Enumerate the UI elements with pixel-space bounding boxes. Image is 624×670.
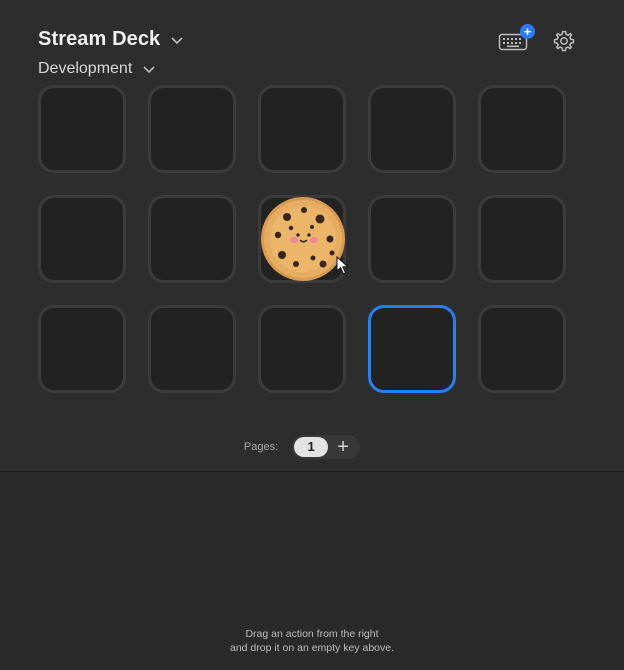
mouse-cursor-icon (336, 255, 350, 281)
stream-deck-window: Stream Deck Development + Pages: 1 + Dra… (0, 0, 624, 670)
profile-selector[interactable]: Development (38, 60, 156, 78)
pages-bar: Pages: 1 + (0, 435, 624, 459)
keyboard-icon (498, 33, 530, 58)
chevron-down-icon (170, 33, 184, 47)
key-r2c3[interactable] (258, 195, 349, 283)
page-button-1[interactable]: 1 (294, 437, 329, 457)
keyboard-button[interactable]: + (498, 24, 535, 54)
toolbar: + (498, 24, 576, 54)
key-r3c1[interactable] (38, 305, 126, 393)
chevron-down-icon (142, 62, 156, 76)
key-r3c2[interactable] (148, 305, 236, 393)
key-r1c2[interactable] (148, 85, 236, 173)
add-badge: + (520, 24, 535, 39)
hint-line-1: Drag an action from the right (245, 628, 379, 640)
key-r3c3[interactable] (258, 305, 346, 393)
key-grid (38, 85, 566, 393)
key-r1c1[interactable] (38, 85, 126, 173)
key-r1c4[interactable] (368, 85, 456, 173)
key-r1c5[interactable] (478, 85, 566, 173)
hint-line-2: and drop it on an empty key above. (229, 642, 395, 654)
pager: 1 + (292, 435, 361, 459)
canvas-panel: Stream Deck Development + Pages: 1 + (0, 0, 624, 471)
device-name: Stream Deck (38, 28, 161, 50)
key-r3c5[interactable] (478, 305, 566, 393)
key-r2c5[interactable] (478, 195, 566, 283)
key-r2c2[interactable] (148, 195, 236, 283)
device-selector[interactable]: Stream Deck (38, 28, 184, 51)
gear-icon (552, 30, 576, 57)
pages-label: Pages: (243, 441, 279, 453)
empty-state-hint: Drag an action from the right and drop i… (0, 627, 624, 655)
key-r1c3[interactable] (258, 85, 346, 173)
key-r3c4[interactable] (368, 305, 456, 393)
add-page-button[interactable]: + (328, 437, 358, 457)
profile-name: Development (38, 60, 133, 77)
key-r2c1[interactable] (38, 195, 126, 283)
key-r2c4[interactable] (368, 195, 456, 283)
settings-button[interactable] (552, 29, 576, 53)
